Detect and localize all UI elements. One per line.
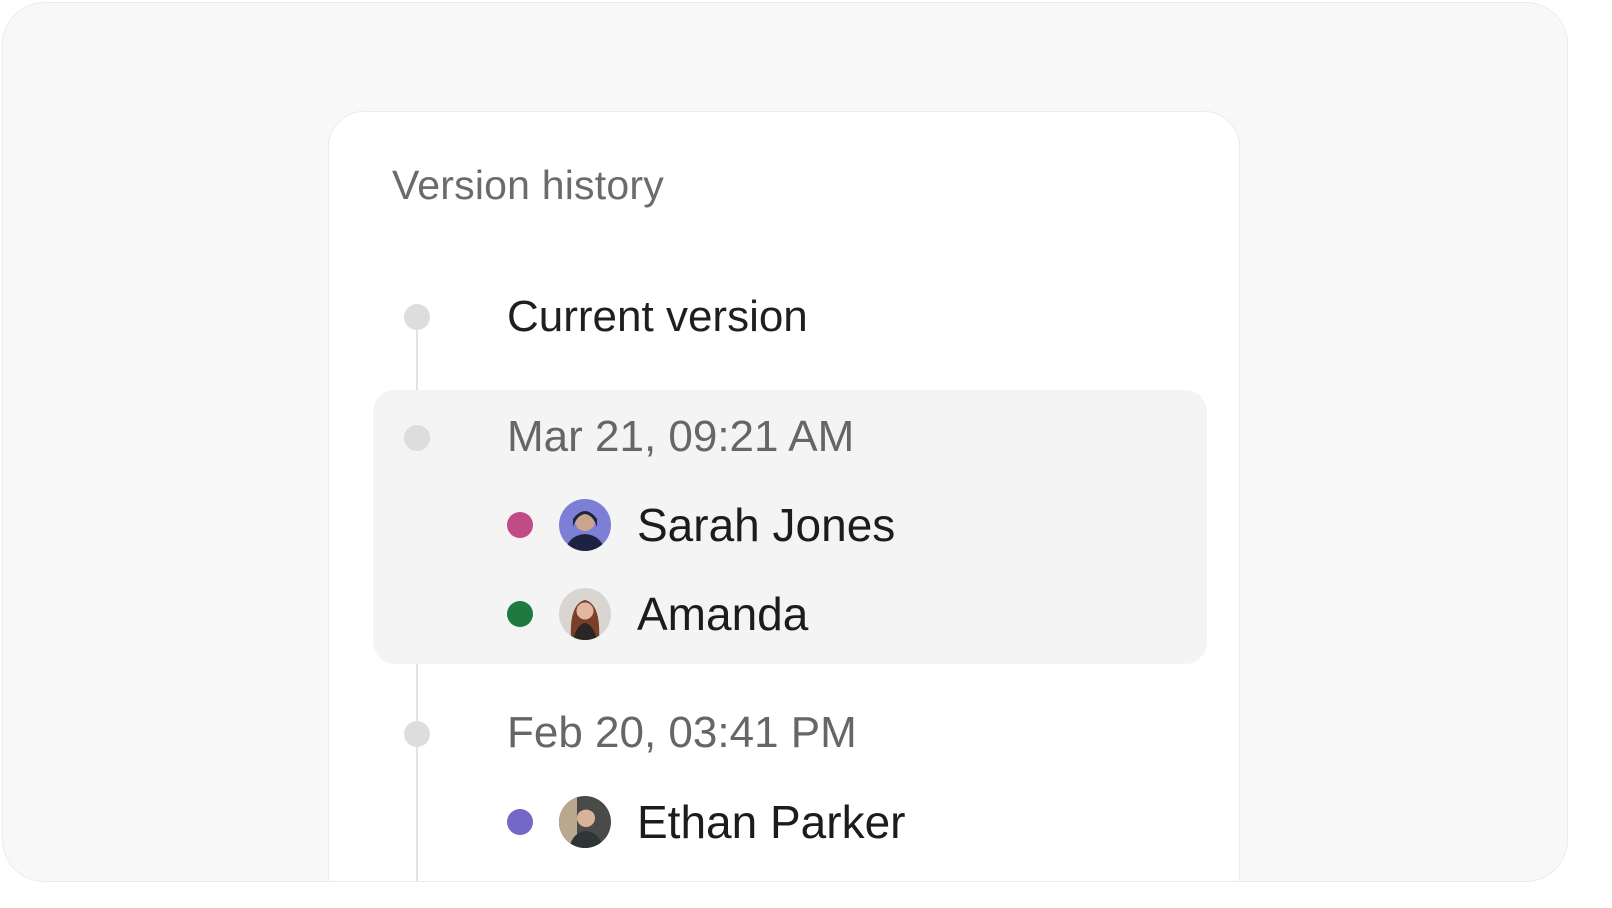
- user-name: Amanda: [637, 588, 809, 640]
- version-user-sarah: Sarah Jones: [507, 497, 895, 553]
- version-user-amanda: Amanda: [507, 586, 808, 642]
- user-color-dot: [507, 809, 533, 835]
- user-name: Ethan Parker: [637, 796, 906, 848]
- version-user-ethan: Ethan Parker: [507, 794, 905, 850]
- version-item-feb-20[interactable]: Feb 20, 03:41 PM: [507, 708, 857, 758]
- timeline-node-mar-21: [404, 425, 430, 451]
- user-color-dot: [507, 512, 533, 538]
- user-name: Sarah Jones: [637, 499, 896, 551]
- avatar-sarah-jones: [559, 499, 611, 551]
- timeline-node-current: [404, 304, 430, 330]
- panel-title: Version history: [392, 162, 664, 208]
- version-date-mar-21: Mar 21, 09:21 AM: [507, 412, 855, 461]
- version-item-current[interactable]: Current version: [507, 292, 808, 342]
- timeline-node-feb-20: [404, 721, 430, 747]
- user-color-dot: [507, 601, 533, 627]
- version-history-panel: Version history Current version Mar 21, …: [328, 111, 1240, 881]
- app-frame: Version history Current version Mar 21, …: [2, 2, 1568, 882]
- avatar-ethan-parker: [559, 796, 611, 848]
- avatar-amanda: [559, 588, 611, 640]
